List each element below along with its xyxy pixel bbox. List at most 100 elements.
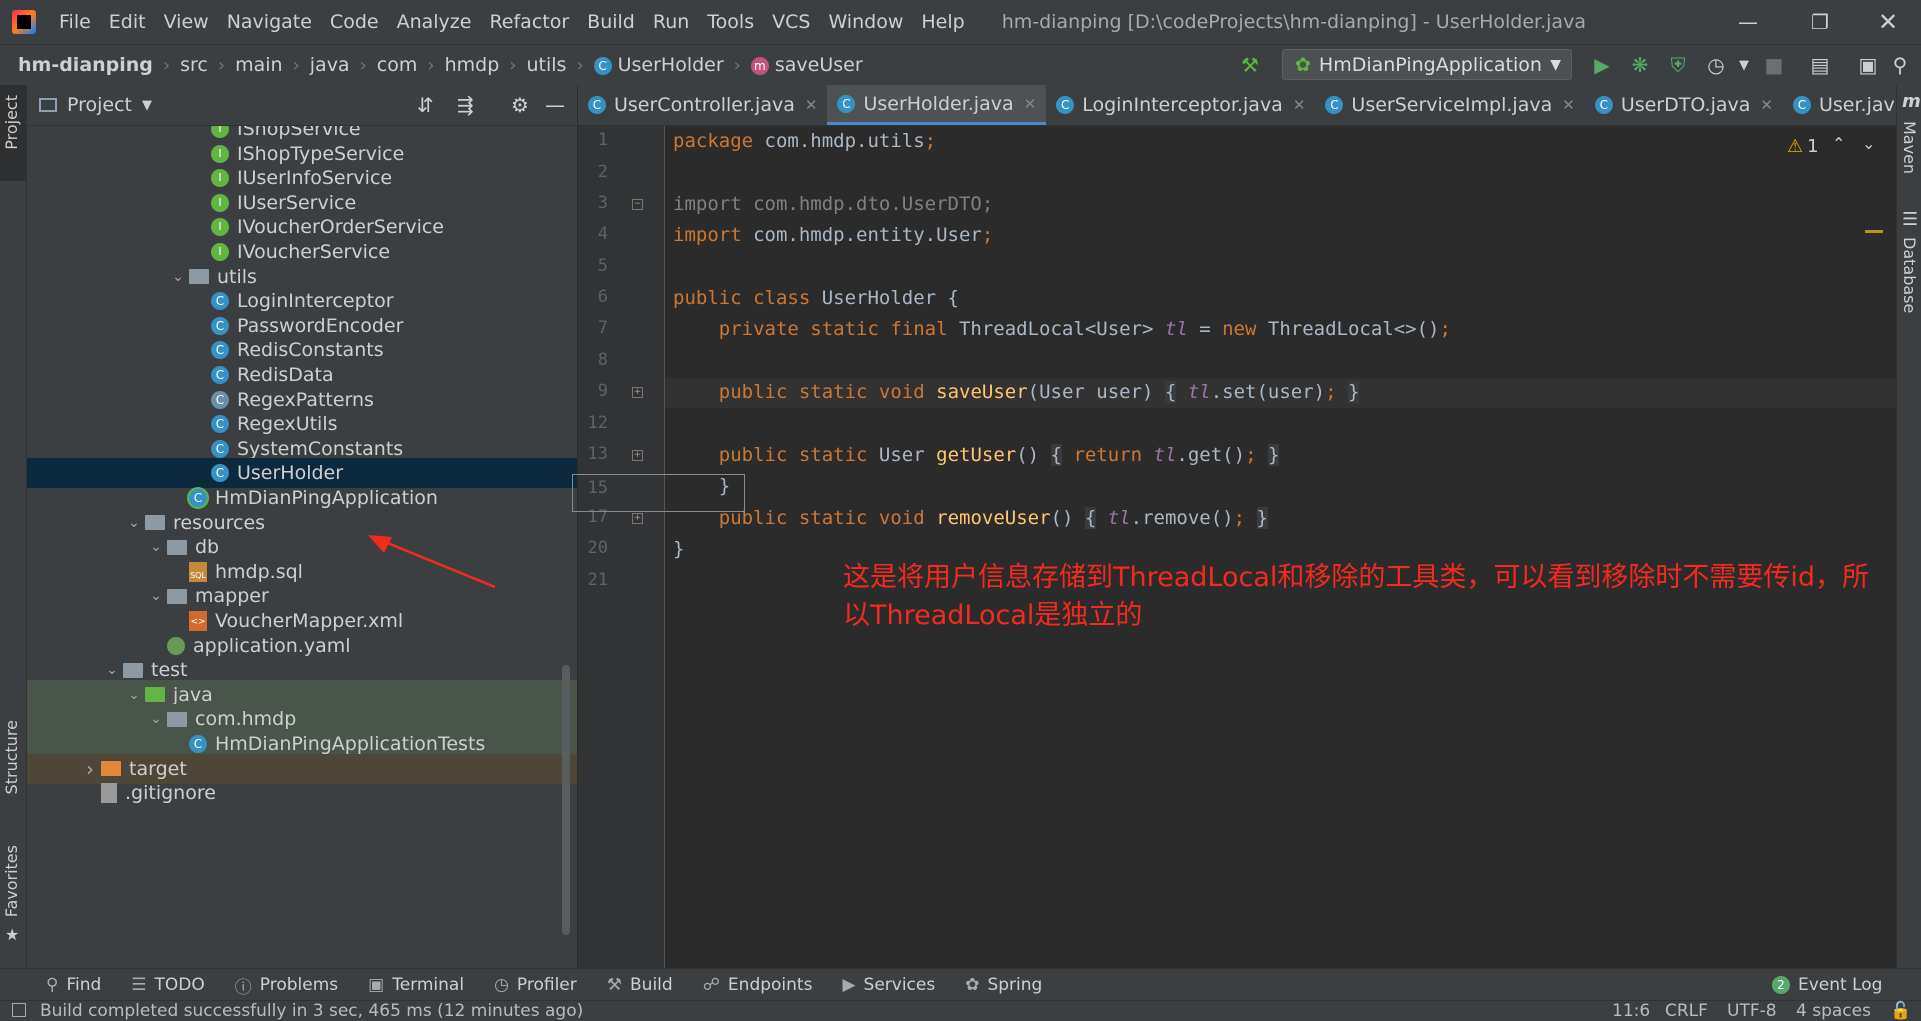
build-tool-button[interactable]: ⚒ Build [607,975,673,995]
favorites-stripe-tab[interactable]: Favorites [2,845,21,917]
chevron-down-icon[interactable]: ⌄ [167,269,189,285]
line-number: 5 [597,256,608,276]
chevron-right-icon[interactable]: › [79,757,101,781]
fold-marker-icon[interactable]: + [632,387,643,398]
event-log-button[interactable]: 2 Event Log [1772,975,1882,995]
close-tab-icon[interactable]: ✕ [1293,96,1306,114]
code-editor[interactable]: package com.hmdp.utils; import com.hmdp.… [665,126,1896,968]
caret-position[interactable]: 11:6 [1612,1001,1650,1021]
line-separator[interactable]: CRLF [1665,1001,1708,1021]
chevron-down-icon[interactable]: ⌄ [123,687,145,703]
crumb-method[interactable]: m saveUser [747,54,867,76]
minimize-icon[interactable]: — [1712,0,1784,44]
project-tree-scrollbar[interactable] [562,665,570,935]
expand-all-icon[interactable]: ⇵ [417,93,434,117]
menu-code[interactable]: Code [321,11,388,33]
editor-tab[interactable]: C LoginInterceptor.java ✕ [1046,85,1315,125]
database-stripe-tab[interactable]: Database [1900,237,1919,313]
menu-navigate[interactable]: Navigate [218,11,321,33]
editor-tab[interactable]: C UserHolder.java ✕ [827,85,1047,125]
run-icon[interactable]: ▶ [1590,53,1614,77]
status-toggle-icon[interactable] [12,1003,26,1017]
chevron-down-icon[interactable]: ⌄ [123,515,145,531]
crumb-src[interactable]: src [176,54,212,76]
collapse-all-icon[interactable]: ⇶ [457,93,474,117]
project-structure-icon[interactable]: ▤ [1808,53,1832,77]
crumb-utils[interactable]: utils [522,54,570,76]
terminal-tool-button[interactable]: ▣ Terminal [368,975,464,995]
annotation-arrow [368,535,496,589]
editor-tab[interactable]: C UserDTO.java ✕ [1585,85,1783,125]
warning-stripe-marker[interactable] [1865,230,1883,233]
sql-file-icon: SQL [189,561,207,582]
crumb-hmdp[interactable]: hmdp [441,54,504,76]
editor-tab[interactable]: CUser.java✕ [1783,85,1896,125]
endpoints-tool-button[interactable]: ☍ Endpoints [703,975,813,995]
fold-marker-icon[interactable]: + [632,513,643,524]
chevron-down-icon[interactable]: ▼ [142,98,152,113]
crumb-main[interactable]: main [231,54,286,76]
profile-icon[interactable]: ◷ [1704,53,1728,77]
find-tool-button[interactable]: ⚲ Find [46,975,101,995]
debug-icon[interactable]: ❋ [1628,53,1652,77]
gear-icon[interactable]: ⚙ [511,93,529,117]
todo-tool-button[interactable]: ☰ TODO [131,975,205,995]
resources-folder-icon [145,515,165,531]
structure-stripe-tab[interactable]: Structure [2,720,21,794]
editor-tab[interactable]: C UserController.java ✕ [578,85,827,125]
layout-icon[interactable]: ▣ [1856,53,1880,77]
spring-tool-button[interactable]: ✿ Spring [965,975,1042,995]
menu-view[interactable]: View [155,11,218,33]
maven-stripe-tab[interactable]: Maven [1900,121,1919,174]
close-tab-icon[interactable]: ✕ [805,96,818,114]
menu-vcs[interactable]: VCS [763,11,819,33]
search-icon[interactable]: ⚲ [1888,53,1912,77]
menu-run[interactable]: Run [644,11,698,33]
chevron-down-icon[interactable]: ⌄ [145,539,167,555]
menu-file[interactable]: File [50,11,100,33]
services-tool-button[interactable]: ▶ Services [842,975,935,995]
menu-build[interactable]: Build [578,11,644,33]
menu-window[interactable]: Window [819,11,912,33]
project-stripe-tab[interactable]: Project [2,95,21,150]
tree-item[interactable]: .gitignore [27,778,577,808]
more-run-chevron-icon[interactable]: ▼ [1732,53,1756,77]
restore-icon[interactable]: ❐ [1784,0,1856,44]
chevron-down-icon[interactable]: ⌄ [101,662,123,678]
close-tab-icon[interactable]: ✕ [1562,96,1575,114]
problems-tool-button[interactable]: ⓘ Problems [235,973,338,998]
fold-marker-icon[interactable]: − [632,199,643,210]
warning-indicator[interactable]: ⚠ 1 [1787,136,1819,157]
build-hammer-icon[interactable]: ⚒ [1238,53,1262,77]
file-encoding[interactable]: UTF-8 [1727,1001,1777,1021]
crumb-java[interactable]: java [306,54,354,76]
menu-edit[interactable]: Edit [100,11,155,33]
fold-marker-icon[interactable]: + [632,450,643,461]
crumb-project[interactable]: hm-dianping [14,54,157,76]
menu-analyze[interactable]: Analyze [388,11,481,33]
menu-tools[interactable]: Tools [698,11,763,33]
crumb-com[interactable]: com [373,54,422,76]
tree-item-label: LoginInterceptor [237,290,394,313]
project-panel-title[interactable]: Project [67,94,132,116]
stop-icon[interactable]: ■ [1762,53,1786,77]
next-highlight-icon[interactable]: ⌄ [1862,134,1875,153]
coverage-icon[interactable]: ⛨ [1666,53,1690,77]
previous-highlight-icon[interactable]: ⌃ [1832,134,1845,153]
database-icon: ☰ [1902,209,1919,230]
chevron-down-icon[interactable]: ⌄ [145,588,167,604]
close-window-icon[interactable]: ✕ [1852,0,1921,44]
menu-help[interactable]: Help [912,11,973,33]
chevron-down-icon[interactable]: ⌄ [145,711,167,727]
profiler-tool-button[interactable]: ◷ Profiler [494,975,577,995]
crumb-class[interactable]: C UserHolder [590,54,728,76]
editor-tab[interactable]: C UserServiceImpl.java ✕ [1315,85,1584,125]
list-icon: ☰ [131,975,147,995]
close-tab-icon[interactable]: ✕ [1760,96,1773,114]
hide-panel-icon[interactable]: — [545,93,565,117]
menu-refactor[interactable]: Refactor [480,11,578,33]
close-tab-icon[interactable]: ✕ [1024,95,1037,113]
lock-icon[interactable]: 🔓 [1890,1001,1911,1021]
run-configuration-select[interactable]: ✿ HmDianPingApplication ▼ [1282,49,1572,80]
indent-setting[interactable]: 4 spaces [1796,1001,1871,1021]
